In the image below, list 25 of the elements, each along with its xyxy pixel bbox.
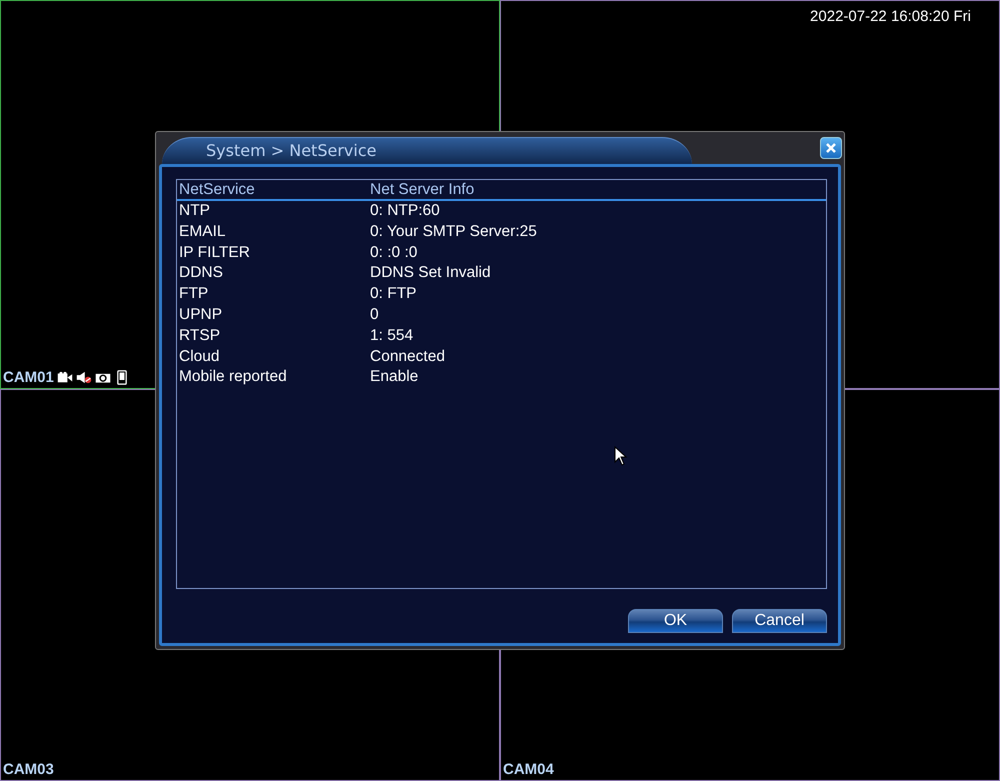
table-cell-text: DDNS Set Invalid	[370, 263, 491, 284]
table-cell-text: 0: Your SMTP Server:25	[370, 222, 537, 242]
camera-label: CAM03	[3, 761, 54, 778]
table-cell-text: 0: NTP:60	[370, 201, 440, 221]
table-cell-text: 0	[370, 304, 379, 325]
table-cell-text: Enable	[370, 367, 418, 388]
table-cell-text: EMAIL	[178, 222, 227, 242]
camera-label: CAM01	[3, 369, 54, 386]
table-cell-text: Mobile reported	[178, 367, 288, 388]
table-cell-text: 0: FTP	[370, 284, 417, 304]
dialog-title: System > NetService	[162, 137, 692, 164]
table-cell-text: IP FILTER	[178, 242, 251, 263]
table-cell-text: FTP	[178, 284, 210, 304]
table-cell-text: DDNS	[178, 263, 224, 284]
table-cell-text: UPNP	[178, 304, 224, 325]
date-time: 2022-07-22 16:08:20 Fri	[810, 8, 971, 25]
column-header: Net Server Info	[370, 180, 474, 199]
camera-label: CAM04	[503, 761, 554, 778]
table-cell-text: Cloud	[178, 346, 220, 367]
table-cell-text: Connected	[370, 346, 445, 367]
table-cell-text: 0: :0 :0	[370, 242, 418, 263]
table-cell-text: NTP	[178, 201, 211, 221]
column-header: NetService	[178, 180, 256, 199]
table-cell-text: 1: 554	[370, 326, 414, 346]
table-cell-text: RTSP	[178, 326, 222, 346]
